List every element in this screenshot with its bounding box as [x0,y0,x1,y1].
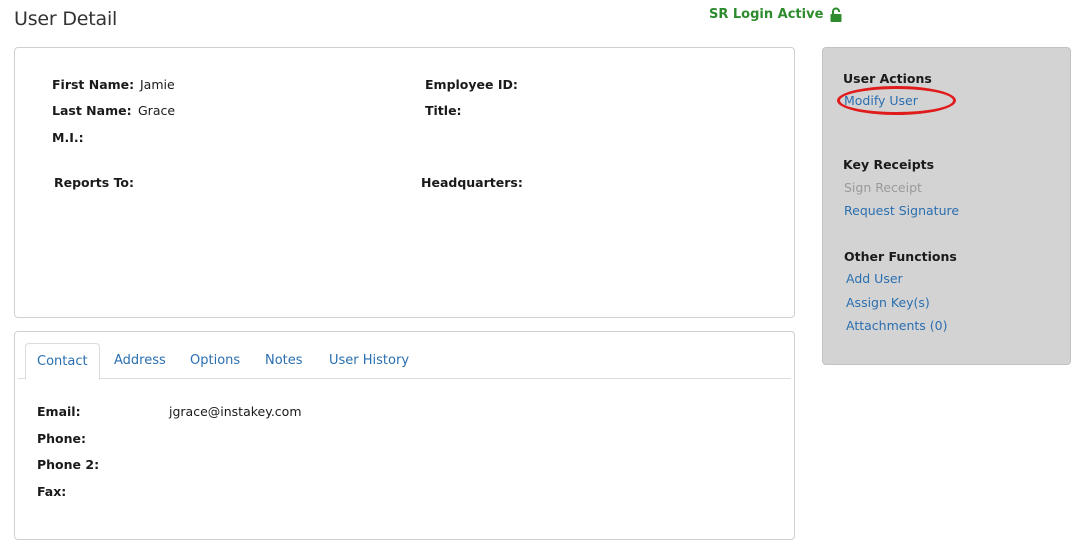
other-functions-title: Other Functions [844,249,957,264]
request-signature-link[interactable]: Request Signature [844,203,959,218]
unlocked-lock-icon [829,7,843,22]
headquarters-label: Headquarters: [421,175,523,190]
first-name-label: First Name: [52,77,135,92]
tab-user-history[interactable]: User History [318,343,420,379]
tab-contact[interactable]: Contact [25,343,100,380]
page-title: User Detail [14,8,118,30]
phone-label: Phone: [37,431,87,446]
first-name-value: Jamie [140,77,175,92]
reports-to-label: Reports To: [54,175,135,190]
sign-receipt-link: Sign Receipt [844,180,922,195]
sr-login-status-text: SR Login Active [709,7,824,22]
user-tabs-panel: Contact Address Options Notes User Histo… [14,331,795,540]
actions-panel: User Actions Modify User Key Receipts Si… [822,47,1071,365]
add-user-link[interactable]: Add User [846,271,903,286]
modify-user-link[interactable]: Modify User [837,86,956,115]
email-label: Email: [37,404,81,419]
key-receipts-title: Key Receipts [843,157,935,172]
modify-user-label: Modify User [844,93,918,108]
phone2-label: Phone 2: [37,457,100,472]
tab-notes[interactable]: Notes [254,343,314,379]
user-info-panel: First Name: Jamie Last Name: Grace M.I.:… [14,47,795,318]
last-name-value: Grace [138,103,176,118]
user-actions-title: User Actions [843,71,932,86]
tab-address[interactable]: Address [103,343,177,379]
title-label: Title: [425,103,462,118]
employee-id-label: Employee ID: [425,77,518,92]
email-value: jgrace@instakey.com [169,404,302,419]
attachments-link[interactable]: Attachments (0) [846,318,947,333]
mi-label: M.I.: [52,130,84,145]
tab-bar: Contact Address Options Notes User Histo… [18,343,791,380]
tab-options[interactable]: Options [179,343,251,379]
sr-login-status: SR Login Active [709,7,843,22]
last-name-label: Last Name: [52,103,132,118]
fax-label: Fax: [37,484,67,499]
assign-keys-link[interactable]: Assign Key(s) [846,295,930,310]
